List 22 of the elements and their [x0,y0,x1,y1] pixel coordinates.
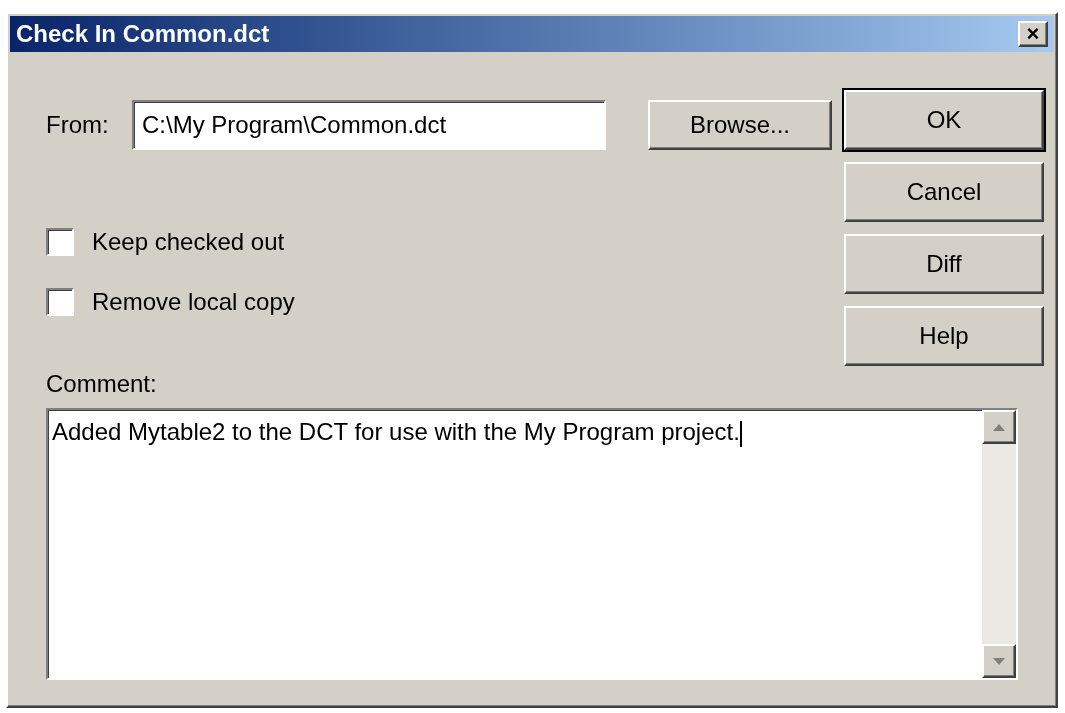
window-title: Check In Common.dct [16,19,270,49]
text-cursor [739,420,742,447]
dialog-button[interactable]: OK [844,90,1044,150]
comment-text: Added Mytable2 to the DCT for use with the My Program project. [52,418,740,445]
browse-button[interactable]: Browse... [648,100,832,150]
from-field[interactable]: C:\My Program\Common.dct [132,100,606,150]
dialog-button[interactable]: Diff [844,234,1044,294]
dialog-button[interactable]: Help [844,306,1044,366]
checkbox[interactable] [46,228,74,256]
comment-label: Comment: [46,370,157,397]
from-label: From: [46,110,110,140]
checkbox-label: Keep checked out [92,227,285,257]
comment-field[interactable]: Added Mytable2 to the DCT for use with the My Program project. [46,408,1018,680]
up-arrow-icon [993,423,1005,431]
close-button[interactable]: × [1018,21,1048,47]
checkbox[interactable] [46,288,74,316]
scroll-up-button[interactable] [982,410,1016,444]
dialog-button[interactable]: Cancel [844,162,1044,222]
down-arrow-icon [993,657,1005,665]
scroll-down-button[interactable] [982,644,1016,678]
checkbox-label: Remove local copy [92,287,295,317]
scrollbar[interactable] [982,410,1016,678]
